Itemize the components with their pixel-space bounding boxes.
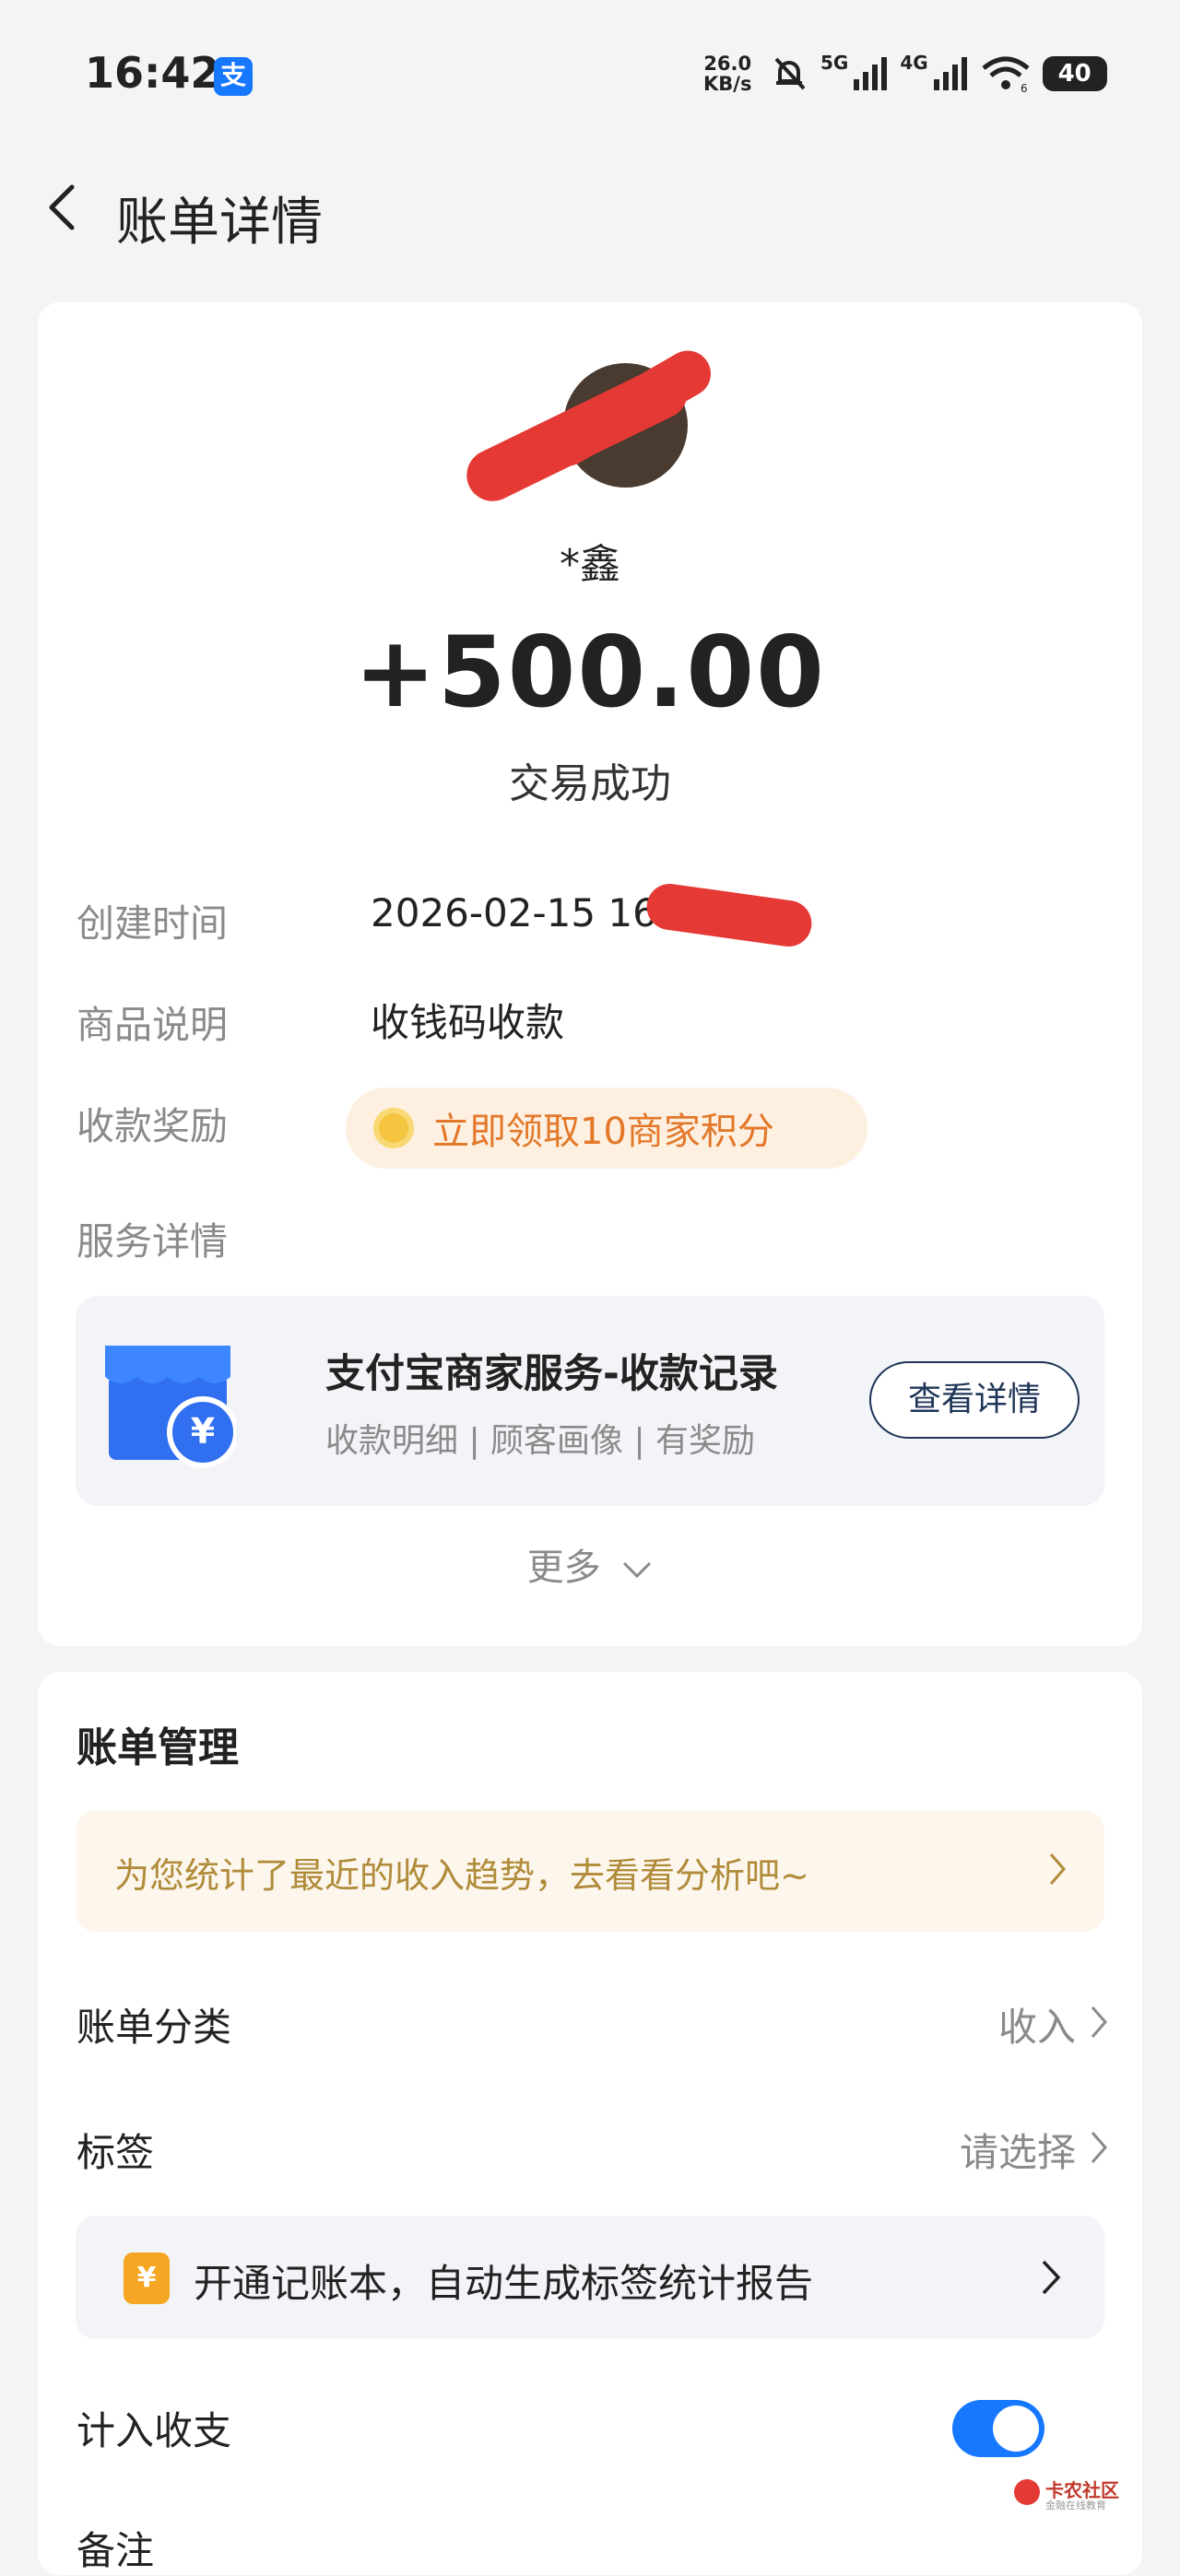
signal-bars-icon — [933, 57, 967, 90]
toggle-knob — [993, 2405, 1039, 2452]
trend-text: 为您统计了最近的收入趋势，去看看分析吧~ — [114, 1855, 809, 1896]
signal-4g-label: 4G — [900, 52, 928, 74]
network-speed-value: 26.0 — [703, 53, 752, 75]
shop-icon-symbol: ¥ — [191, 1411, 215, 1452]
income-trend-banner[interactable]: 为您统计了最近的收入趋势，去看看分析吧~ — [76, 1810, 1104, 1932]
signal-5g-label: 5G — [820, 52, 849, 74]
ledger-text: 开通记账本，自动生成标签统计报告 — [194, 2261, 814, 2306]
more-label: 更多 — [526, 1547, 601, 1589]
status-bar: 16:42 支 26.0 KB/s 5G 4G 6 40 — [0, 0, 1180, 147]
page-title: 账单详情 — [116, 193, 323, 253]
service-title: 支付宝商家服务-收款记录 — [325, 1351, 778, 1397]
mute-bell-icon — [774, 57, 806, 90]
tag-label: 标签 — [77, 2130, 155, 2175]
redaction-mark — [643, 880, 815, 950]
service-label: 服务详情 — [77, 1219, 228, 1264]
network-speed-unit: KB/s — [703, 73, 752, 95]
reward-label: 收款奖励 — [77, 1104, 228, 1148]
include-toggle[interactable] — [952, 2400, 1044, 2457]
status-time: 16:42 — [85, 48, 220, 98]
chevron-right-icon[interactable] — [1089, 2129, 1109, 2166]
merchant-service-card[interactable]: ¥ 支付宝商家服务-收款记录 收款明细 | 顾客画像 | 有奖励 查看详情 — [76, 1296, 1104, 1506]
chevron-right-icon — [1049, 1853, 1066, 1885]
goods-value: 收钱码收款 — [371, 1000, 565, 1045]
wifi-icon: 6 — [982, 56, 1030, 92]
created-time-label: 创建时间 — [77, 901, 228, 946]
created-time-value: 2026-02-15 16: — [371, 890, 671, 935]
wifi-sub-label: 6 — [1021, 82, 1028, 92]
service-subtitle: 收款明细 | 顾客画像 | 有奖励 — [325, 1422, 756, 1460]
bill-management-card: 账单管理 为您统计了最近的收入趋势，去看看分析吧~ 账单分类 收入 标签 请选择… — [38, 1672, 1142, 2575]
payer-name: *鑫 — [560, 541, 620, 588]
category-label: 账单分类 — [77, 2005, 232, 2050]
battery-indicator: 40 — [1042, 56, 1107, 91]
chevron-right-icon[interactable] — [1089, 2004, 1109, 2041]
signal-bars-icon — [854, 57, 888, 90]
watermark-logo-icon — [1014, 2479, 1040, 2505]
network-speed: 26.0 KB/s — [703, 53, 751, 94]
more-toggle[interactable]: 更多 — [38, 1537, 1142, 1591]
chevron-right-icon — [1042, 2260, 1061, 2295]
transaction-status: 交易成功 — [509, 760, 671, 807]
status-icons: 5G 4G 6 40 — [769, 52, 1107, 94]
shop-icon: ¥ — [105, 1346, 236, 1468]
ledger-banner[interactable]: ¥ 开通记账本，自动生成标签统计报告 — [76, 2216, 1104, 2339]
watermark-subtext: 金融在线教育 — [1045, 2500, 1106, 2511]
ledger-icon: ¥ — [124, 2253, 170, 2304]
watermark: 卡农社区 金融在线教育 — [1014, 2476, 1127, 2512]
claim-reward-button[interactable]: 立即领取10商家积分 — [346, 1088, 867, 1169]
tag-value[interactable]: 请选择 — [960, 2122, 1076, 2178]
coin-icon — [373, 1108, 414, 1148]
chevron-down-icon — [623, 1561, 652, 1579]
section-title: 账单管理 — [77, 1724, 239, 1771]
transaction-amount: +500.00 — [354, 616, 826, 729]
category-value[interactable]: 收入 — [998, 1996, 1076, 2053]
transaction-card: *鑫 +500.00 交易成功 创建时间 2026-02-15 16: 商品说明… — [38, 302, 1142, 1646]
reward-text: 立即领取10商家积分 — [432, 1111, 774, 1153]
alipay-app-icon: 支 — [214, 57, 253, 96]
view-details-button[interactable]: 查看详情 — [869, 1361, 1080, 1439]
back-arrow-icon[interactable] — [37, 180, 92, 235]
include-label: 计入收支 — [77, 2408, 232, 2453]
note-label: 备注 — [77, 2528, 155, 2573]
nav-bar: 账单详情 — [0, 147, 1180, 267]
goods-label: 商品说明 — [77, 1003, 228, 1047]
